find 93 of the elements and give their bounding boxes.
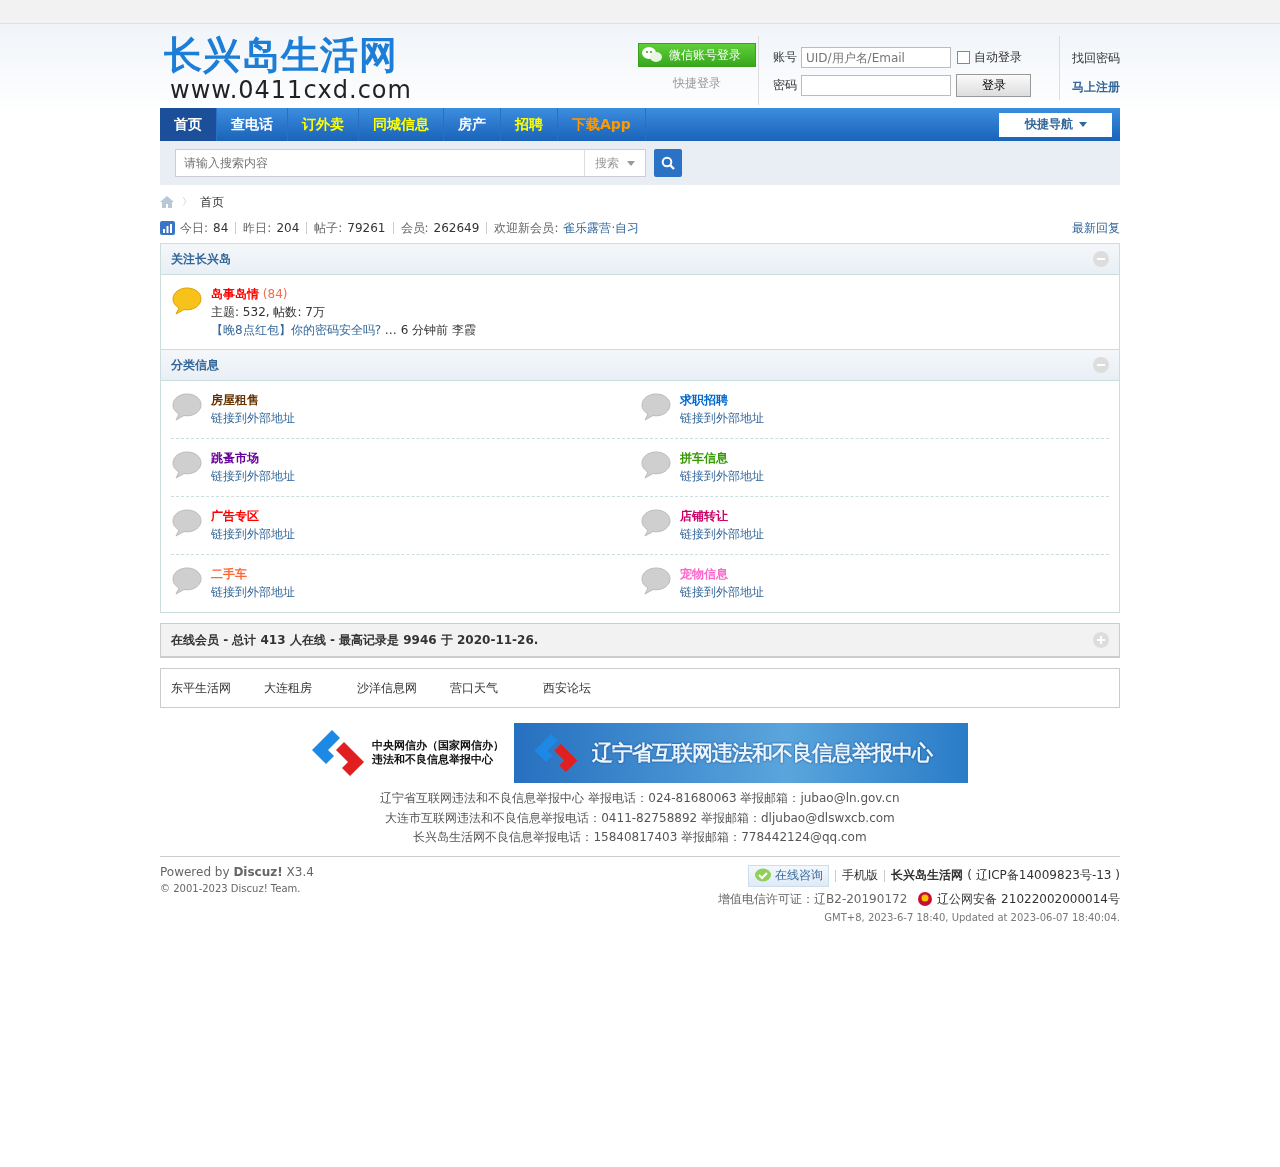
bar-chart-icon	[160, 221, 175, 235]
stat-label: 会员:	[400, 219, 429, 237]
site-logo-url: www.0411cxd.com	[169, 78, 413, 102]
forum-new-count: (84)	[262, 287, 288, 301]
forum-title-link[interactable]: 拼车信息	[680, 449, 764, 467]
external-link[interactable]: 链接到外部地址	[211, 583, 295, 601]
speech-bubble-icon	[171, 392, 203, 422]
friend-link[interactable]: 西安论坛	[543, 679, 636, 697]
friend-link[interactable]: 营口天气	[450, 679, 543, 697]
copyright-text: © 2001-2023 Discuz! Team.	[160, 882, 302, 894]
collapse-toggle-icon[interactable]	[1093, 357, 1109, 373]
auto-login-label: 自动登录	[974, 49, 1022, 66]
forum-title-link[interactable]: 岛事岛情	[211, 287, 259, 301]
site-name-link[interactable]: 长兴岛生活网	[891, 867, 964, 884]
report-contact-line: 辽宁省互联网违法和不良信息举报中心 举报电话：024-81680063 举报邮箱：jubao@ln.gov.cn	[379, 790, 901, 807]
forum-title-link[interactable]: 房屋租售	[211, 391, 295, 409]
icp-link[interactable]: ( 辽ICP备14009823号-13 )	[967, 867, 1120, 884]
stat-label: 欢迎新会员:	[494, 219, 559, 237]
last-post-link[interactable]: 【晚8点红包】你的密码安全吗?	[211, 323, 381, 337]
caret-icon	[1078, 122, 1087, 127]
home-icon[interactable]	[160, 196, 174, 208]
speech-bubble-icon	[640, 566, 672, 596]
forum-stats: 主题: 532, 帖数: 7万	[211, 304, 326, 321]
login-button[interactable]: 登录	[956, 74, 1031, 97]
nav-tab[interactable]: 首页	[160, 108, 217, 141]
speech-bubble-icon	[640, 508, 672, 538]
telecom-license-text: 增值电信许可证：辽B2-20190172	[718, 890, 908, 908]
forgot-password-link[interactable]: 找回密码	[1072, 50, 1120, 67]
external-link[interactable]: 链接到外部地址	[211, 409, 295, 427]
quick-nav-button[interactable]: 快捷导航	[999, 112, 1112, 137]
site-logo-title[interactable]: 长兴岛生活网	[160, 36, 630, 74]
powered-by-text: Powered by Discuz! X3.4	[160, 864, 314, 879]
stat-label: 今日:	[180, 219, 209, 237]
section-title[interactable]: 分类信息	[171, 356, 219, 374]
last-post-meta: … 6 分钟前 李霞	[384, 323, 476, 337]
banner-text: 中央网信办（国家网信办）	[372, 739, 504, 753]
mobile-version-link[interactable]: 手机版	[842, 867, 879, 884]
banner-text: 违法和不良信息举报中心	[372, 753, 494, 767]
stat-label: 帖子:	[314, 219, 343, 237]
chat-check-icon	[754, 867, 773, 884]
search-button[interactable]	[654, 149, 682, 177]
forum-title-link[interactable]: 店铺转让	[680, 507, 764, 525]
stat-value: 204	[276, 221, 300, 235]
register-link[interactable]: 马上注册	[1072, 79, 1120, 96]
speech-bubble-icon	[640, 450, 672, 480]
account-input[interactable]: UID/用户名/Email	[801, 47, 951, 68]
forum-title-link[interactable]: 求职招聘	[680, 391, 764, 409]
breadcrumb-separator: 〉	[182, 195, 192, 209]
password-label: 密码	[773, 77, 797, 94]
report-center-logo-icon	[534, 734, 578, 772]
external-link[interactable]: 链接到外部地址	[680, 409, 764, 427]
stat-value: 84	[213, 221, 229, 235]
friend-link[interactable]: 大连租房	[264, 679, 357, 697]
new-member-link[interactable]: 雀乐露营·自习	[563, 219, 640, 237]
collapse-toggle-icon[interactable]	[1093, 251, 1109, 267]
report-center-banner[interactable]: 中央网信办（国家网信办） 违法和不良信息举报中心	[312, 723, 510, 783]
external-link[interactable]: 链接到外部地址	[211, 467, 295, 485]
chat-bubbles-icon	[641, 46, 663, 64]
friend-link[interactable]: 东平生活网	[171, 679, 264, 697]
latest-replies-link[interactable]: 最新回复	[1072, 219, 1120, 237]
online-members-summary[interactable]: 在线会员 - 总计 413 人在线 - 最高记录是 9946 于 2020-11-26.	[171, 631, 539, 649]
expand-toggle-icon[interactable]	[1093, 632, 1109, 648]
speech-bubble-icon	[171, 508, 203, 538]
stat-value: 262649	[433, 221, 480, 235]
police-badge-icon	[917, 891, 934, 907]
speech-bubble-icon	[171, 286, 203, 316]
external-link[interactable]: 链接到外部地址	[211, 525, 295, 543]
external-link[interactable]: 链接到外部地址	[680, 583, 764, 601]
password-input[interactable]	[801, 75, 951, 96]
report-contact-line: 长兴岛生活网不良信息举报电话：15840817403 举报邮箱：778442124@qq.com	[412, 829, 868, 846]
breadcrumb-link[interactable]: 首页	[200, 193, 224, 211]
banner-text: 辽宁省互联网违法和不良信息举报中心	[592, 740, 932, 767]
stat-label: 昨日:	[243, 219, 272, 237]
speech-bubble-icon	[171, 450, 203, 480]
external-link[interactable]: 链接到外部地址	[680, 467, 764, 485]
report-center-logo-icon	[312, 730, 364, 776]
report-contact-line: 大连市互联网违法和不良信息举报电话：0411-82758892 举报邮箱：dljubao@dlswxcb.com	[384, 809, 896, 827]
account-label: 账号	[773, 49, 797, 66]
external-link[interactable]: 链接到外部地址	[680, 525, 764, 543]
police-record-link[interactable]: 辽公网安备 21022002000014号	[937, 890, 1120, 908]
search-icon	[661, 156, 675, 170]
section-title[interactable]: 关注长兴岛	[171, 250, 231, 268]
speech-bubble-icon	[640, 392, 672, 422]
online-consult-button[interactable]: 在线咨询	[748, 864, 830, 887]
quick-login-label: 快捷登录	[673, 75, 721, 92]
speech-bubble-icon	[171, 566, 203, 596]
forum-title-link[interactable]: 广告专区	[211, 507, 295, 525]
stat-value: 79261	[347, 221, 386, 235]
server-time-text: GMT+8, 2023-6-7 18:40, Updated at 2023-06-07 18:40:04.	[824, 911, 1120, 923]
auto-login-checkbox[interactable]	[957, 51, 970, 64]
forum-title-link[interactable]: 跳蚤市场	[211, 449, 295, 467]
caret-icon	[627, 160, 635, 166]
friend-link[interactable]: 沙洋信息网	[357, 679, 450, 697]
